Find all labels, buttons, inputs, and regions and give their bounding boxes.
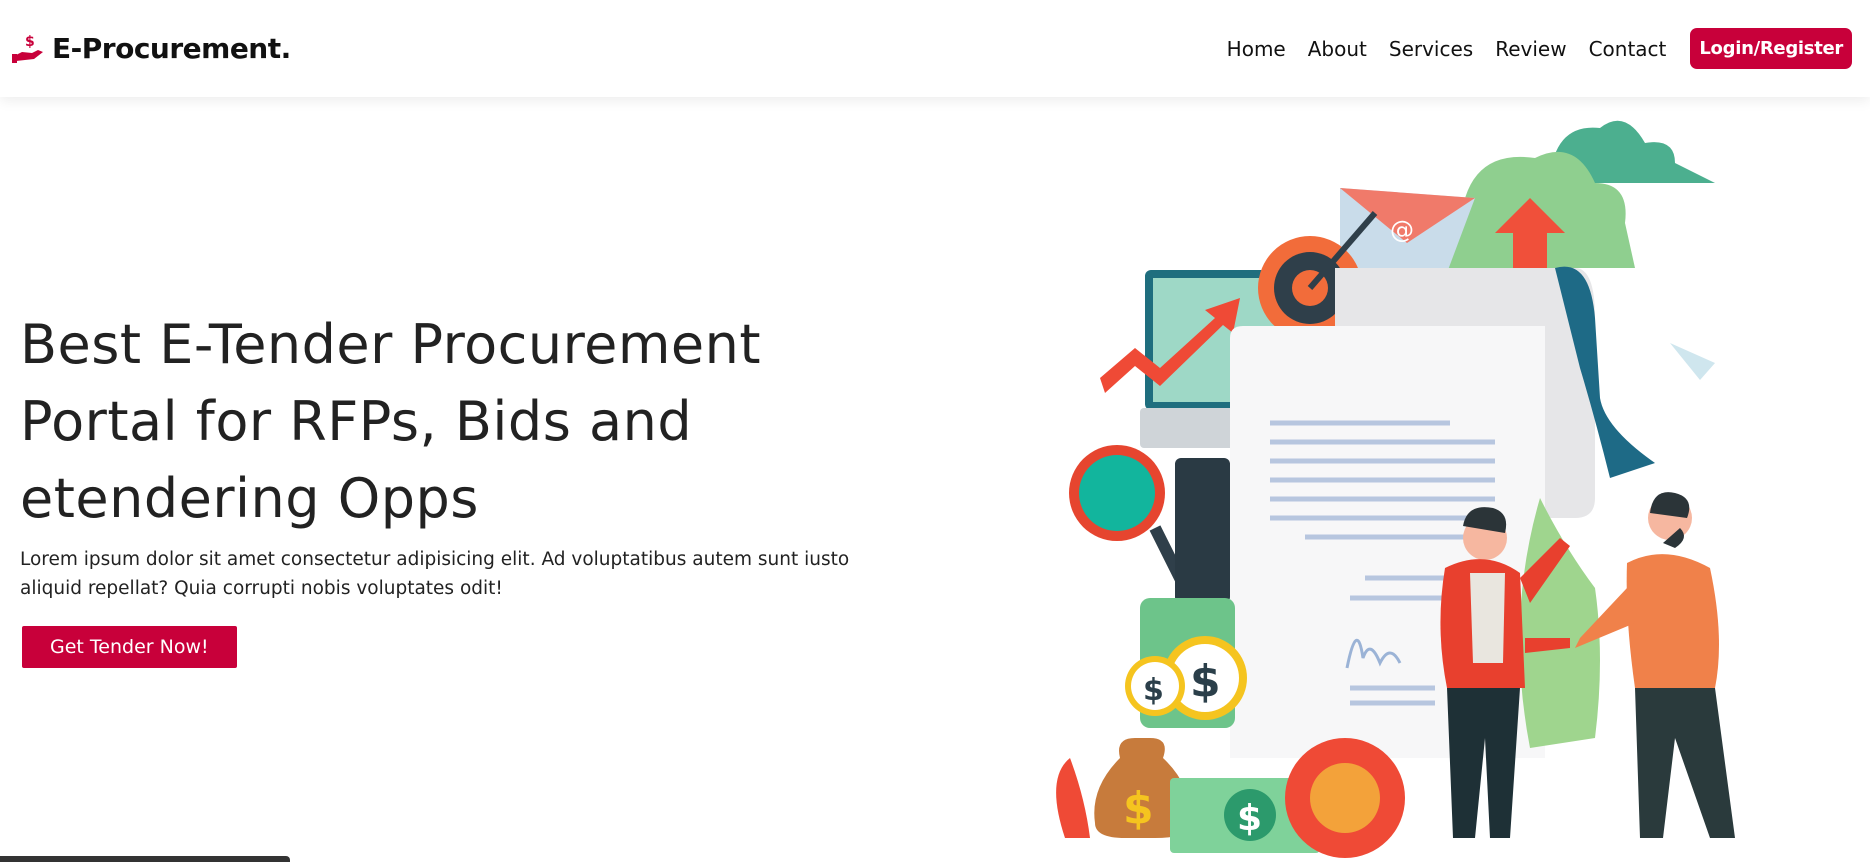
svg-text:$: $ bbox=[1143, 673, 1164, 708]
svg-text:$: $ bbox=[1237, 798, 1262, 839]
login-register-button[interactable]: Login/Register bbox=[1690, 28, 1852, 69]
hero-title-line2: Portal for RFPs, Bids and bbox=[20, 390, 693, 453]
hand-dollar-icon: $ bbox=[12, 34, 43, 63]
bottom-scroll-indicator bbox=[0, 856, 290, 862]
svg-text:@: @ bbox=[1390, 216, 1414, 244]
brand-logo[interactable]: $ E-Procurement. bbox=[12, 32, 291, 66]
svg-text:$: $ bbox=[1123, 783, 1154, 834]
nav-about[interactable]: About bbox=[1308, 37, 1367, 61]
navbar: $ E-Procurement. Home About Services Rev… bbox=[0, 0, 1870, 97]
nav-review[interactable]: Review bbox=[1495, 37, 1566, 61]
hero-title: Best E-Tender Procurement Portal for RFP… bbox=[20, 306, 900, 537]
nav-services[interactable]: Services bbox=[1389, 37, 1473, 61]
main-nav: Home About Services Review Contact Login… bbox=[1205, 28, 1852, 69]
get-tender-button[interactable]: Get Tender Now! bbox=[22, 626, 237, 668]
hero-title-prefix: Best E-Tender bbox=[20, 313, 411, 376]
hero-content: Best E-Tender Procurement Portal for RFP… bbox=[20, 306, 900, 668]
svg-text:$: $ bbox=[25, 34, 35, 50]
coin-dollar-sign: $ bbox=[1190, 656, 1221, 707]
hero-title-highlight: Procurement bbox=[410, 306, 762, 383]
procurement-handshake-illustration: @ $ $ $ $ bbox=[1056, 120, 1735, 858]
nav-contact[interactable]: Contact bbox=[1589, 37, 1667, 61]
hero-title-line3: etendering Opps bbox=[20, 467, 479, 530]
brand-name: E-Procurement. bbox=[52, 32, 291, 65]
nav-home[interactable]: Home bbox=[1227, 37, 1286, 61]
hero-description: Lorem ipsum dolor sit amet consectetur a… bbox=[20, 549, 850, 599]
